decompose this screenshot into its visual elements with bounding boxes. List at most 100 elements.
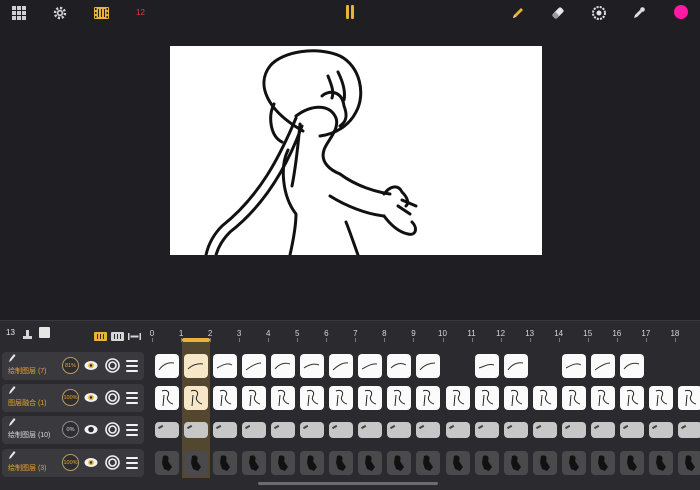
frame-cell[interactable] [648, 422, 673, 438]
film-strip-icon[interactable] [94, 328, 107, 341]
frame-cell[interactable] [619, 422, 644, 438]
frame-cell[interactable] [648, 386, 673, 410]
frame-cell[interactable] [387, 451, 412, 475]
frame-cell[interactable] [503, 422, 528, 438]
layer-row[interactable]: 绘制图层 (10) 0% [2, 416, 144, 444]
onion-skin-icon[interactable] [105, 455, 120, 470]
onion-skin-icon[interactable] [105, 422, 120, 437]
frame-cell[interactable] [155, 386, 179, 410]
frame-cell[interactable] [619, 386, 644, 410]
frame-cell[interactable] [242, 422, 267, 438]
gear-icon[interactable] [51, 4, 69, 22]
film-icon[interactable] [92, 4, 110, 22]
eye-icon[interactable] [84, 424, 98, 435]
frame-cell[interactable] [474, 354, 499, 378]
pause-icon[interactable] [344, 5, 356, 19]
frame-cell[interactable] [242, 354, 267, 378]
frame-cell[interactable] [619, 451, 644, 475]
frame-cell[interactable] [300, 451, 325, 475]
frame-cell[interactable] [271, 451, 296, 475]
stamp-icon[interactable] [22, 327, 33, 339]
frame-cell[interactable] [155, 354, 179, 378]
frame-cell[interactable] [329, 451, 354, 475]
frame-cell[interactable] [329, 354, 354, 378]
frame-cell[interactable] [445, 422, 470, 438]
frame-cell[interactable] [387, 354, 412, 378]
frame-cell[interactable] [416, 451, 441, 475]
frame-cell[interactable] [416, 354, 441, 378]
layer-menu-icon[interactable] [126, 360, 138, 372]
layer-menu-icon[interactable] [126, 457, 138, 469]
frame-cell[interactable] [648, 451, 673, 475]
eye-icon[interactable] [84, 360, 98, 371]
grid-icon[interactable] [10, 4, 28, 22]
page-icon[interactable] [39, 327, 50, 338]
frame-cell[interactable] [387, 386, 412, 410]
frame-cell[interactable] [503, 451, 528, 475]
layer-row[interactable]: 图层融合 (1) 100% [2, 384, 144, 412]
frame-cell[interactable] [300, 422, 325, 438]
eye-icon[interactable] [84, 392, 98, 403]
layer-row[interactable]: 绘制图层 (7) 81% [2, 352, 144, 380]
eraser-icon[interactable] [549, 4, 567, 22]
frame-cell[interactable] [213, 354, 238, 378]
frame-cell[interactable] [561, 354, 586, 378]
frame-cell[interactable] [329, 422, 354, 438]
frame-cell[interactable] [474, 386, 499, 410]
frame-cell[interactable] [358, 354, 383, 378]
layer-opacity[interactable]: 100% [62, 389, 79, 406]
eyedropper-icon[interactable] [630, 4, 648, 22]
layer-name[interactable]: 绘制图层 (10) [8, 430, 50, 440]
frames-icon[interactable] [111, 328, 124, 341]
frame-cell[interactable] [445, 386, 470, 410]
frame-cell[interactable] [532, 451, 557, 475]
range-icon[interactable] [128, 328, 141, 340]
frame-cell[interactable] [300, 386, 325, 410]
frame-cell[interactable] [358, 451, 383, 475]
frame-cell[interactable] [561, 386, 586, 410]
layer-menu-icon[interactable] [126, 424, 138, 436]
frame-cell[interactable] [358, 386, 383, 410]
pencil-icon[interactable] [509, 4, 527, 22]
frame-cell[interactable] [242, 386, 267, 410]
frame-cell[interactable] [184, 386, 209, 410]
frame-cell[interactable] [590, 354, 615, 378]
frame-cell[interactable] [213, 451, 238, 475]
frame-cell[interactable] [271, 422, 296, 438]
frame-cell[interactable] [329, 386, 354, 410]
color-wheel-icon[interactable] [590, 4, 608, 22]
frame-cell[interactable] [532, 386, 557, 410]
frame-cell[interactable] [561, 422, 586, 438]
frame-cell[interactable] [619, 354, 644, 378]
layer-name[interactable]: 绘制图层 (3) [8, 463, 47, 473]
frame-cell[interactable] [184, 354, 209, 378]
frame-cell[interactable] [184, 422, 209, 438]
frame-cell[interactable] [155, 422, 179, 438]
frame-cell[interactable] [416, 386, 441, 410]
frame-cell[interactable] [213, 386, 238, 410]
layer-name[interactable]: 绘制图层 (7) [8, 366, 47, 376]
frame-cell[interactable] [503, 354, 528, 378]
layer-opacity[interactable]: 81% [62, 357, 79, 374]
onion-skin-icon[interactable] [105, 358, 120, 373]
frame-cell[interactable] [677, 451, 700, 475]
frame-cell[interactable] [590, 386, 615, 410]
frame-cell[interactable] [184, 451, 209, 475]
fps-label[interactable]: 12 [136, 8, 145, 17]
frame-cell[interactable] [271, 386, 296, 410]
frame-cell[interactable] [242, 451, 267, 475]
drawing-canvas[interactable] [170, 46, 542, 257]
frame-cell[interactable] [677, 386, 700, 410]
frame-cell[interactable] [213, 422, 238, 438]
eye-icon[interactable] [84, 457, 98, 468]
frame-cell[interactable] [474, 422, 499, 438]
frame-cell[interactable] [590, 422, 615, 438]
frame-cell[interactable] [155, 451, 179, 475]
frame-cell[interactable] [387, 422, 412, 438]
onion-skin-icon[interactable] [105, 390, 120, 405]
layer-opacity[interactable]: 100% [62, 454, 79, 471]
color-swatch[interactable] [674, 5, 688, 19]
layer-row[interactable]: 绘制图层 (3) 100% [2, 449, 144, 477]
frame-cell[interactable] [358, 422, 383, 438]
frame-cell[interactable] [677, 422, 700, 438]
